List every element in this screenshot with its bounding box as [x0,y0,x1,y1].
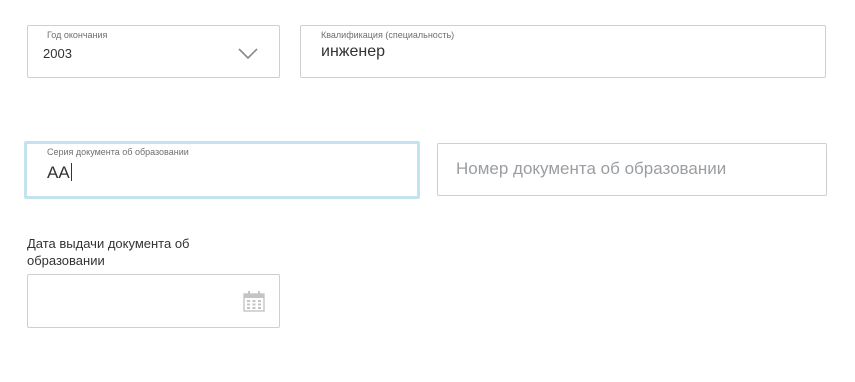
issue-date-input[interactable] [27,274,280,328]
graduation-year-label: Год окончания [47,30,108,40]
issue-date-label: Дата выдачи документа об образовании [27,236,190,268]
document-series-input[interactable]: Серия документа об образовании АА [24,141,420,199]
document-number-input[interactable]: Номер документа об образовании [437,143,827,196]
document-series-label: Серия документа об образовании [47,147,189,157]
document-number-placeholder: Номер документа об образовании [456,159,727,178]
text-caret [70,163,72,181]
qualification-label: Квалификация (специальность) [321,30,455,40]
graduation-year-value: 2003 [43,46,72,61]
document-series-value: АА [47,163,72,182]
calendar-icon[interactable] [243,291,265,312]
graduation-year-select[interactable]: Год окончания 2003 [27,25,280,78]
chevron-down-icon[interactable] [237,47,259,61]
qualification-value: инженер [321,43,386,60]
qualification-input[interactable]: Квалификация (специальность) инженер [300,25,826,78]
